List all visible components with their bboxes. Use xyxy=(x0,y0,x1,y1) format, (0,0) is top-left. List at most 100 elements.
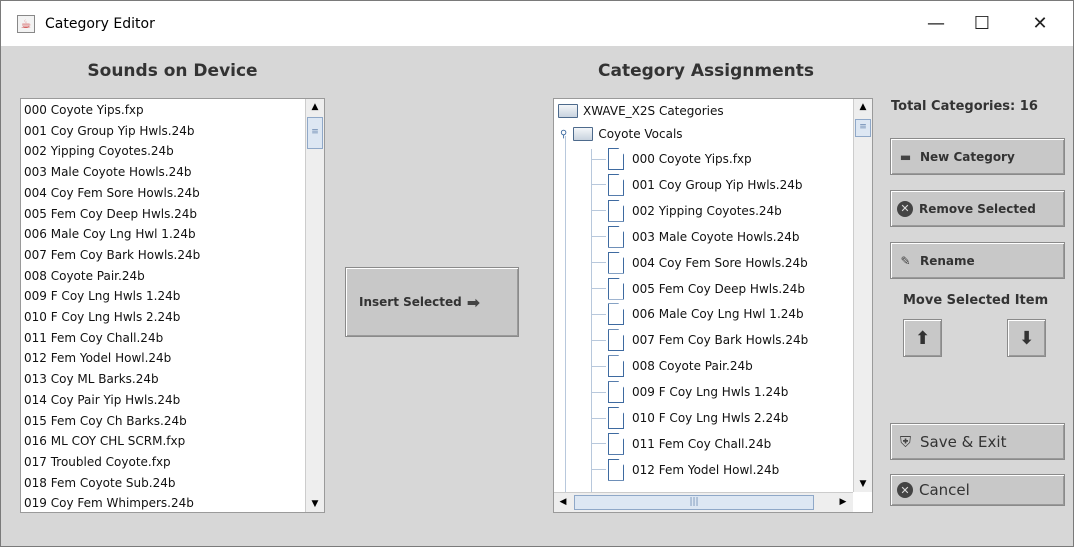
document-icon xyxy=(608,432,624,455)
sound-list-item[interactable]: 015 Fem Coy Ch Barks.24b xyxy=(24,414,187,428)
tree-sound-item[interactable]: 007 Fem Coy Bark Howls.24b xyxy=(592,329,808,352)
sound-list-item[interactable]: 001 Coy Group Yip Hwls.24b xyxy=(24,124,195,138)
folder-icon xyxy=(573,127,594,141)
tree-sound-item[interactable]: 010 F Coy Lng Hwls 2.24b xyxy=(592,407,788,429)
expanded-handle-icon: ⚲ xyxy=(560,128,568,140)
save-exit-button[interactable]: ⛨ Save & Exit xyxy=(890,423,1065,460)
remove-selected-button[interactable]: ✕ Remove Selected xyxy=(890,190,1065,227)
move-up-button[interactable]: ⬆ xyxy=(903,319,942,357)
tree-sound-label: 009 F Coy Lng Hwls 1.24b xyxy=(632,385,789,400)
tree-sound-label: 002 Yipping Coyotes.24b xyxy=(632,203,782,218)
tree-sound-item[interactable]: 008 Coyote Pair.24b xyxy=(592,355,753,378)
folder-icon xyxy=(558,104,578,118)
tree-sound-label: 006 Male Coy Lng Hwl 1.24b xyxy=(632,307,804,322)
tree-hscroll[interactable]: ◀ ||| ▶ xyxy=(554,492,853,512)
document-icon xyxy=(608,303,624,326)
new-category-button[interactable]: ▬ New Category xyxy=(890,138,1065,175)
sound-list-item[interactable]: 004 Coy Fem Sore Howls.24b xyxy=(24,186,200,200)
move-down-button[interactable]: ⬇ xyxy=(1007,319,1046,357)
sound-list-item[interactable]: 018 Fem Coyote Sub.24b xyxy=(24,476,175,490)
shield-icon: ⛨ xyxy=(899,432,912,451)
tree-category[interactable]: ⚲ Coyote Vocals xyxy=(560,127,683,141)
cancel-button[interactable]: ✕ Cancel xyxy=(890,474,1065,506)
tree-sound-label: 010 F Coy Lng Hwls 2.24b xyxy=(632,411,789,425)
document-icon xyxy=(608,407,624,429)
scroll-up-button[interactable]: ▲ xyxy=(306,99,324,115)
sound-list-item[interactable]: 009 F Coy Lng Hwls 1.24b xyxy=(24,289,180,303)
sound-list-item[interactable]: 016 ML COY CHL SCRM.fxp xyxy=(24,434,185,448)
remove-icon: ✕ xyxy=(897,200,913,217)
tree-sound-item[interactable]: 000 Coyote Yips.fxp xyxy=(592,148,752,170)
scroll-up-button[interactable]: ▲ xyxy=(854,99,872,115)
tree-line xyxy=(592,184,606,186)
sound-list-item[interactable]: 014 Coy Pair Yip Hwls.24b xyxy=(24,393,180,407)
tree-category-label: Coyote Vocals xyxy=(598,127,683,141)
sound-list-item[interactable]: 019 Coy Fem Whimpers.24b xyxy=(24,496,194,510)
scroll-thumb[interactable]: ≡ xyxy=(855,119,871,137)
sounds-list[interactable]: ▲ ≡ ▼ 000 Coyote Yips.fxp 001 Coy Group Y… xyxy=(20,98,325,513)
sound-list-item[interactable]: 013 Coy ML Barks.24b xyxy=(24,372,159,386)
sound-list-item[interactable]: 010 F Coy Lng Hwls 2.24b xyxy=(24,310,180,324)
save-exit-label: Save & Exit xyxy=(920,432,1007,451)
cancel-label: Cancel xyxy=(919,481,970,499)
tree-line xyxy=(592,262,606,264)
rename-label: Rename xyxy=(920,253,975,268)
java-app-icon: ☕ xyxy=(17,15,35,33)
tree-line xyxy=(592,339,606,341)
tree-sound-item[interactable]: 005 Fem Coy Deep Hwls.24b xyxy=(592,277,805,300)
tree-sound-item[interactable]: 006 Male Coy Lng Hwl 1.24b xyxy=(592,303,804,326)
assignments-heading: Category Assignments xyxy=(598,61,814,81)
sound-list-item[interactable]: 005 Fem Coy Deep Hwls.24b xyxy=(24,207,197,221)
tree-line xyxy=(592,391,606,393)
hscroll-thumb[interactable]: ||| xyxy=(574,495,814,510)
tree-sound-label: 003 Male Coyote Howls.24b xyxy=(632,229,800,244)
category-editor-window: ☕ Category Editor — ☐ ✕ Sounds on Device… xyxy=(0,0,1074,547)
scroll-right-button[interactable]: ▶ xyxy=(834,494,852,510)
tree-sound-label: 011 Fem Coy Chall.24b xyxy=(632,436,772,451)
move-selected-label: Move Selected Item xyxy=(903,293,1049,308)
tree-sound-item[interactable]: 009 F Coy Lng Hwls 1.24b xyxy=(592,381,789,404)
document-icon xyxy=(608,251,624,274)
scroll-down-button[interactable]: ▼ xyxy=(306,496,324,512)
tree-root[interactable]: XWAVE_X2S Categories xyxy=(558,104,724,118)
sounds-scrollbar[interactable]: ▲ ≡ ▼ xyxy=(305,99,324,512)
sound-list-item[interactable]: 000 Coyote Yips.fxp xyxy=(24,103,144,117)
close-button[interactable]: ✕ xyxy=(1017,9,1063,39)
total-categories: Total Categories: 16 xyxy=(891,99,1038,114)
sound-list-item[interactable]: 017 Troubled Coyote.fxp xyxy=(24,455,171,469)
scroll-thumb[interactable]: ≡ xyxy=(307,117,323,149)
tree-line xyxy=(565,136,566,496)
sound-list-item[interactable]: 012 Fem Yodel Howl.24b xyxy=(24,351,171,365)
tree-line xyxy=(592,313,606,315)
tree-sound-item[interactable]: 001 Coy Group Yip Hwls.24b xyxy=(592,173,803,196)
document-icon xyxy=(608,277,624,300)
tree-sound-item[interactable]: 002 Yipping Coyotes.24b xyxy=(592,199,782,222)
document-icon xyxy=(608,148,624,170)
sound-list-item[interactable]: 003 Male Coyote Howls.24b xyxy=(24,165,192,179)
tree-sound-label: 000 Coyote Yips.fxp xyxy=(632,152,752,166)
document-icon xyxy=(608,458,624,481)
sound-list-item[interactable]: 006 Male Coy Lng Hwl 1.24b xyxy=(24,227,196,241)
tree-line xyxy=(592,365,606,367)
tree-sound-item[interactable]: 012 Fem Yodel Howl.24b xyxy=(592,458,779,481)
rename-button[interactable]: ✎ Rename xyxy=(890,242,1065,279)
tree-sound-label: 001 Coy Group Yip Hwls.24b xyxy=(632,177,803,192)
tree-sound-item[interactable]: 003 Male Coyote Howls.24b xyxy=(592,225,800,248)
tree-sound-item[interactable]: 004 Coy Fem Sore Howls.24b xyxy=(592,251,808,274)
maximize-button[interactable]: ☐ xyxy=(959,9,1005,39)
sound-list-item[interactable]: 002 Yipping Coyotes.24b xyxy=(24,144,174,158)
arrow-down-icon: ⬇ xyxy=(1018,327,1035,349)
tree-sound-label: 008 Coyote Pair.24b xyxy=(632,359,753,374)
tree-line xyxy=(592,288,606,289)
category-tree[interactable]: XWAVE_X2S Categories ⚲ Coyote Vocals ▲ ≡ … xyxy=(553,98,873,513)
scroll-left-button[interactable]: ◀ xyxy=(554,494,572,510)
sound-list-item[interactable]: 011 Fem Coy Chall.24b xyxy=(24,331,163,345)
tree-vscroll[interactable]: ▲ ≡ ▼ xyxy=(853,99,872,492)
insert-selected-button[interactable]: Insert Selected ➡ xyxy=(345,267,519,337)
tree-line xyxy=(592,210,606,212)
scroll-down-button[interactable]: ▼ xyxy=(854,476,872,492)
sound-list-item[interactable]: 008 Coyote Pair.24b xyxy=(24,269,145,283)
minimize-button[interactable]: — xyxy=(913,9,959,39)
sound-list-item[interactable]: 007 Fem Coy Bark Howls.24b xyxy=(24,248,200,262)
tree-sound-item[interactable]: 011 Fem Coy Chall.24b xyxy=(592,432,772,455)
